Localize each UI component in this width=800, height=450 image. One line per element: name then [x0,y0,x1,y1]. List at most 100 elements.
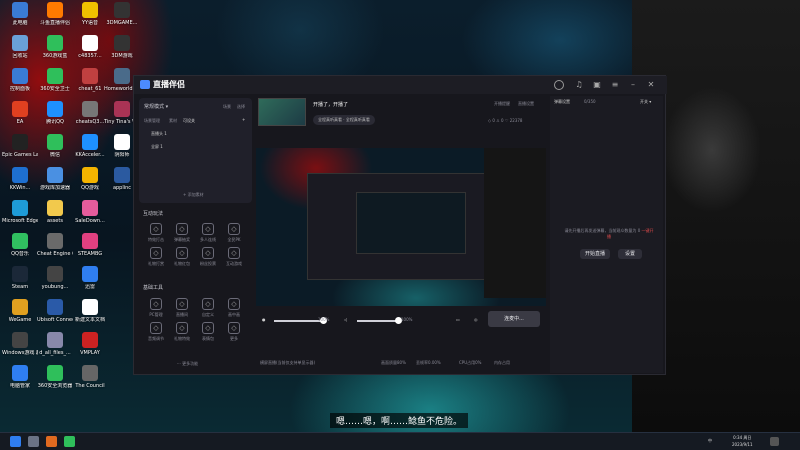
tab-material[interactable]: 素材 [169,118,177,124]
timer-icon[interactable]: ◎ [474,317,478,322]
desktop-icon[interactable]: youbung... [37,266,73,300]
speaker-icon[interactable]: ◁ [344,317,347,322]
desktop-icon[interactable]: assets [37,200,73,234]
interact-item[interactable]: ◇ 多人连线 [195,223,221,243]
desktop-icon[interactable]: Microsoft Edge [2,200,38,234]
desktop-icon[interactable]: 360游戏盒 [37,35,73,69]
desktop-icon[interactable]: 360安全浏览器 [37,365,73,399]
desktop-icon[interactable]: KKAcceler... [72,134,108,168]
desktop-icon[interactable]: 回收站 [2,35,38,69]
danmaku-toggle[interactable]: 开关 ▾ [640,99,651,105]
add-icon[interactable]: + [242,117,245,122]
settings-button[interactable]: 直播设置 [518,101,534,107]
menu-icon[interactable]: ≡ [610,80,620,90]
source-item[interactable]: 全屏 1 [151,144,163,150]
desktop-icon[interactable]: QQ音乐 [2,233,38,267]
message-icon[interactable]: ▣ [592,80,602,90]
interact-item[interactable]: ◇ 礼物红包 [169,247,195,267]
close-icon[interactable]: ✕ [646,80,656,90]
desktop-icon-label: STEAMBG [77,251,103,257]
headset-icon[interactable]: ♫ [574,80,584,90]
app-icon [82,266,98,282]
desktop-icon[interactable]: 360安全卫士 [37,68,73,102]
desktop-icon[interactable]: 电脑管家 [2,365,38,399]
nested-preview-inner [356,192,466,254]
interact-item[interactable]: ◇ 粉丝投票 [195,247,221,267]
desktop-icon[interactable]: 斗鱼直播伴侣 [37,2,73,36]
interact-item[interactable]: ◇ 互动游戏 [221,247,247,267]
desktop-icon[interactable]: SaleDown... [72,200,108,234]
app-icon [82,68,98,84]
record-icon[interactable]: ▭ [456,317,460,322]
tool-item[interactable]: ◇ 礼物特效 [169,322,195,342]
tab-scene-manage[interactable]: 场景管理 [144,118,160,124]
right-start-button[interactable]: 开始直播 [580,249,610,259]
tool-item[interactable]: ◇ 自定义 [195,298,221,318]
start-icon[interactable] [10,436,21,447]
stream-app-taskbar-icon[interactable] [46,436,57,447]
more-features-link[interactable]: ··· 更多功能 [177,361,198,367]
desktop-icon[interactable]: Cheat Engine 61 [37,233,73,267]
input-method-indicator[interactable]: 中 [708,438,712,444]
avatar[interactable] [554,80,564,90]
tool-item[interactable]: ◇ 画中画 [221,298,247,318]
desktop-icon-label: Microsoft Edge [2,218,38,224]
desktop-icon[interactable]: 迅雷 [72,266,108,300]
desktop-icon[interactable]: 此电脑 [2,2,38,36]
tool-item[interactable]: ◇ 更多 [221,322,247,342]
desktop-icon[interactable]: 新建文本文档 [72,299,108,333]
desktop-icon[interactable]: 控制面板 [2,68,38,102]
tool-item[interactable]: ◇ PC管理 [143,298,169,318]
desktop-icon[interactable]: d_all_files_... [37,332,73,366]
desktop-icon[interactable]: EA [2,101,38,135]
desktop-icon[interactable]: cheat_61 [72,68,108,102]
desktop-icon[interactable]: QQ游戏 [72,167,108,201]
desktop-icon[interactable]: c48357... [72,35,108,69]
stream-tag[interactable]: 全程真听真看 · 全程真听真看 [313,115,375,125]
desktop-icon[interactable]: 游戏库加速器 [37,167,73,201]
desktop-icon[interactable]: Steam [2,266,38,300]
interact-item[interactable]: ◇ 礼物打赏 [143,247,169,267]
mode-dropdown[interactable]: 常规模式 ▾ [144,103,168,110]
desktop-icon[interactable]: 微信 [37,134,73,168]
desktop-icon[interactable]: cheatsQ3... [72,101,108,135]
cover-thumbnail[interactable] [258,98,306,126]
desktop-icon[interactable]: Windows游戏 超级动画精灵 [2,332,38,366]
interact-item[interactable]: ◇ 特效打击 [143,223,169,243]
tab-danmaku[interactable]: 弹幕设置 [554,99,570,105]
desktop-icon[interactable]: 3DM游戏 [104,35,140,69]
minimize-icon[interactable]: – [628,80,638,90]
tab-scene[interactable]: 场景 [223,104,231,110]
desktop-icon[interactable]: STEAMBG [72,233,108,267]
browser-taskbar-icon[interactable] [64,436,75,447]
desktop-icon[interactable]: YY语音 [72,2,108,36]
notification-icon[interactable] [770,437,779,446]
desktop-icon[interactable]: 3DMGAME... [104,2,140,36]
start-live-button[interactable]: 连麦中... [488,311,540,327]
add-source-button[interactable]: + 添加素材 [183,192,204,198]
desktop-icon[interactable]: KKWin... [2,167,38,201]
notice-button[interactable]: 开播提醒 [494,101,510,107]
search-icon[interactable] [28,436,39,447]
clock[interactable]: 0:34 周日 2023/9/11 [732,434,753,448]
desktop-icon[interactable]: 腾讯QQ [37,101,73,135]
desktop-icon[interactable]: WeGame [2,299,38,333]
desktop-icon[interactable]: Epic Games Launcher [2,134,38,168]
tab-select[interactable]: 选择 [237,104,245,110]
desktop-icon[interactable]: VMPLAY [72,332,108,366]
right-settings-button[interactable]: 设置 [618,249,642,259]
mic-volume-slider[interactable] [274,317,327,324]
desktop-icon[interactable]: Ubisoft Connect [37,299,73,333]
tool-item[interactable]: ◇ 音频调节 [143,322,169,342]
stream-preview[interactable] [256,148,546,306]
speaker-volume-slider[interactable] [357,317,402,324]
tool-item[interactable]: ◇ 表情包 [195,322,221,342]
source-item[interactable]: 直播头 1 [151,131,167,137]
tab-settable[interactable]: 可设关 [183,118,195,124]
interact-item[interactable]: ◇ 全民PK [221,223,247,243]
tool-item[interactable]: ◇ 直播间 [169,298,195,318]
mic-icon[interactable]: ● [262,317,266,322]
desktop-icon[interactable]: The Council [72,365,108,399]
stream-title[interactable]: 开播了，开播了 [313,101,348,108]
interact-item[interactable]: ◇ 弹幕抽奖 [169,223,195,243]
